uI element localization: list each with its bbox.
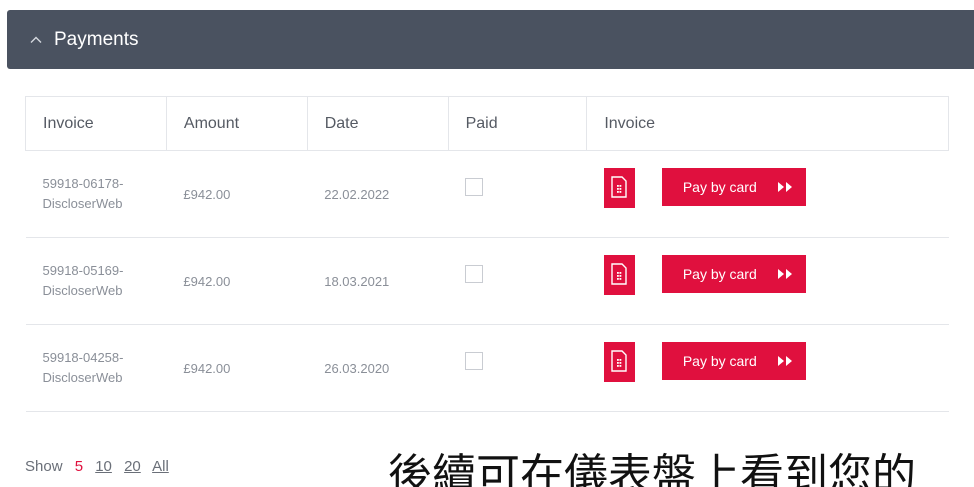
invoice-number-part1: 59918-06178- [42, 176, 124, 191]
column-header-date: Date [306, 96, 449, 151]
invoice-number-part2: DiscloserWeb [42, 196, 123, 211]
paid-checkbox[interactable] [465, 265, 484, 283]
invoice-document-icon [611, 350, 628, 372]
amount-cell: £942.00 [166, 237, 308, 325]
invoice-number-cell: 59918-06178- DiscloserWeb [25, 150, 167, 238]
column-header-invoice: Invoice [25, 96, 167, 151]
invoice-actions-cell: Pay by card [586, 150, 949, 238]
date-cell: 18.03.2021 [307, 237, 449, 325]
panel-title: Payments [54, 28, 139, 50]
double-arrow-right-icon [777, 182, 793, 192]
page-size-option-10[interactable]: 10 [95, 458, 112, 475]
overlay-caption: 後續可在儀表盤上看到您的 [388, 450, 916, 487]
amount-cell: £942.00 [166, 150, 308, 238]
pay-by-card-button[interactable]: Pay by card [661, 255, 806, 293]
invoice-number-part1: 59918-04258- [42, 350, 124, 365]
invoice-document-icon [611, 263, 628, 285]
chevron-up-icon[interactable] [28, 32, 44, 48]
pay-by-card-button[interactable]: Pay by card [661, 168, 806, 206]
amount-cell: £942.00 [166, 324, 308, 412]
invoice-number-part2: DiscloserWeb [42, 370, 123, 385]
paid-checkbox[interactable] [465, 352, 484, 370]
paid-cell [448, 150, 587, 238]
date-cell: 26.03.2020 [307, 324, 449, 412]
payments-page: Payments Invoice Amount Date Paid Invoic… [0, 0, 974, 487]
column-header-amount: Amount [165, 96, 308, 151]
page-size-option-all[interactable]: All [152, 458, 169, 475]
invoice-actions-cell: Pay by card [586, 324, 949, 412]
invoice-pdf-button[interactable] [603, 168, 635, 208]
table-header-row: Invoice Amount Date Paid Invoice [25, 96, 949, 151]
paid-checkbox[interactable] [465, 178, 484, 196]
pay-by-card-label: Pay by card [682, 179, 757, 195]
table-row: 59918-04258- DiscloserWeb £942.00 26.03.2… [25, 324, 949, 412]
page-size-selector: Show 5 10 20 All [25, 458, 177, 475]
invoice-pdf-button[interactable] [603, 255, 635, 295]
payments-panel-header[interactable]: Payments [7, 10, 974, 69]
pay-by-card-button[interactable]: Pay by card [661, 342, 806, 380]
invoice-number-cell: 59918-05169- DiscloserWeb [25, 237, 167, 325]
payments-table: Invoice Amount Date Paid Invoice 59918-0… [25, 96, 949, 412]
invoice-number-part1: 59918-05169- [42, 263, 124, 278]
invoice-pdf-button[interactable] [603, 342, 635, 382]
table-row: 59918-06178- DiscloserWeb £942.00 22.02.2… [25, 150, 949, 238]
pay-by-card-label: Pay by card [682, 353, 757, 369]
column-header-invoice-actions: Invoice [586, 96, 949, 151]
show-label: Show [25, 458, 63, 475]
double-arrow-right-icon [777, 269, 793, 279]
paid-cell [448, 237, 587, 325]
double-arrow-right-icon [777, 356, 793, 366]
invoice-document-icon [611, 176, 628, 198]
invoice-number-part2: DiscloserWeb [42, 283, 123, 298]
table-row: 59918-05169- DiscloserWeb £942.00 18.03.2… [25, 237, 949, 325]
page-size-option-20[interactable]: 20 [124, 458, 141, 475]
invoice-actions-cell: Pay by card [586, 237, 949, 325]
pay-by-card-label: Pay by card [682, 266, 757, 282]
paid-cell [448, 324, 587, 412]
invoice-number-cell: 59918-04258- DiscloserWeb [25, 324, 167, 412]
page-size-option-5[interactable]: 5 [75, 458, 83, 475]
date-cell: 22.02.2022 [307, 150, 449, 238]
column-header-paid: Paid [447, 96, 588, 151]
